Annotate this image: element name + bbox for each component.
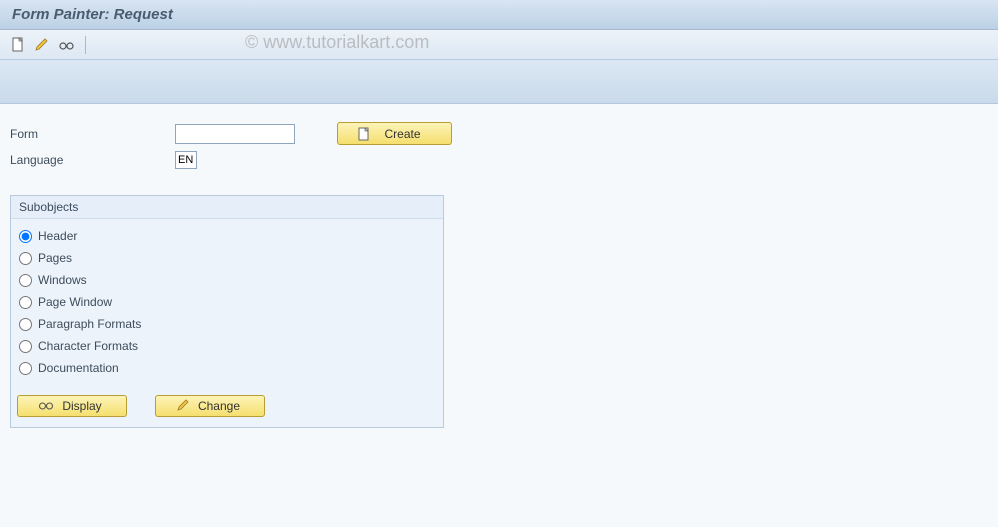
title-bar: Form Painter: Request — [0, 0, 998, 30]
secondary-bar — [0, 60, 998, 104]
radio-label: Paragraph Formats — [38, 317, 141, 331]
radio-character-formats[interactable]: Character Formats — [19, 335, 435, 357]
radio-header[interactable]: Header — [19, 225, 435, 247]
radio-input-documentation[interactable] — [19, 362, 32, 375]
subobjects-groupbox: Subobjects Header Pages Windows Page Win… — [10, 195, 444, 428]
radio-input-pages[interactable] — [19, 252, 32, 265]
change-button-label: Change — [198, 399, 240, 413]
watermark-text: © www.tutorialkart.com — [245, 32, 429, 53]
glasses-icon[interactable] — [58, 37, 74, 53]
page-title: Form Painter: Request — [12, 6, 173, 23]
radio-label: Pages — [38, 251, 72, 265]
create-button[interactable]: Create — [337, 122, 452, 145]
new-document-icon — [358, 127, 370, 141]
groupbox-title: Subobjects — [11, 196, 443, 219]
radio-input-character-formats[interactable] — [19, 340, 32, 353]
new-document-icon[interactable] — [10, 37, 26, 53]
change-button[interactable]: Change — [155, 395, 265, 417]
language-input[interactable] — [175, 151, 197, 169]
radio-label: Character Formats — [38, 339, 138, 353]
language-field-row: Language — [10, 151, 988, 169]
radio-input-paragraph-formats[interactable] — [19, 318, 32, 331]
edit-pencil-icon — [176, 398, 190, 415]
display-button-label: Display — [62, 399, 101, 413]
radio-windows[interactable]: Windows — [19, 269, 435, 291]
radio-pages[interactable]: Pages — [19, 247, 435, 269]
radio-input-page-window[interactable] — [19, 296, 32, 309]
content-area: Form Create Language Subobjects Header P… — [0, 104, 998, 527]
radio-list: Header Pages Windows Page Window Paragra… — [11, 219, 443, 389]
toolbar-separator — [85, 36, 86, 54]
form-input[interactable] — [175, 124, 295, 144]
radio-page-window[interactable]: Page Window — [19, 291, 435, 313]
edit-pencil-icon[interactable] — [34, 37, 50, 53]
radio-input-header[interactable] — [19, 230, 32, 243]
app-toolbar: © www.tutorialkart.com — [0, 30, 998, 60]
form-field-row: Form Create — [10, 122, 988, 145]
create-button-label: Create — [384, 127, 420, 141]
radio-label: Documentation — [38, 361, 119, 375]
display-button[interactable]: Display — [17, 395, 127, 417]
radio-documentation[interactable]: Documentation — [19, 357, 435, 379]
radio-label: Windows — [38, 273, 87, 287]
radio-label: Header — [38, 229, 77, 243]
action-button-row: Display Change — [11, 389, 443, 417]
language-label: Language — [10, 153, 175, 167]
radio-paragraph-formats[interactable]: Paragraph Formats — [19, 313, 435, 335]
form-label: Form — [10, 127, 175, 141]
radio-input-windows[interactable] — [19, 274, 32, 287]
radio-label: Page Window — [38, 295, 112, 309]
glasses-icon — [38, 399, 54, 414]
